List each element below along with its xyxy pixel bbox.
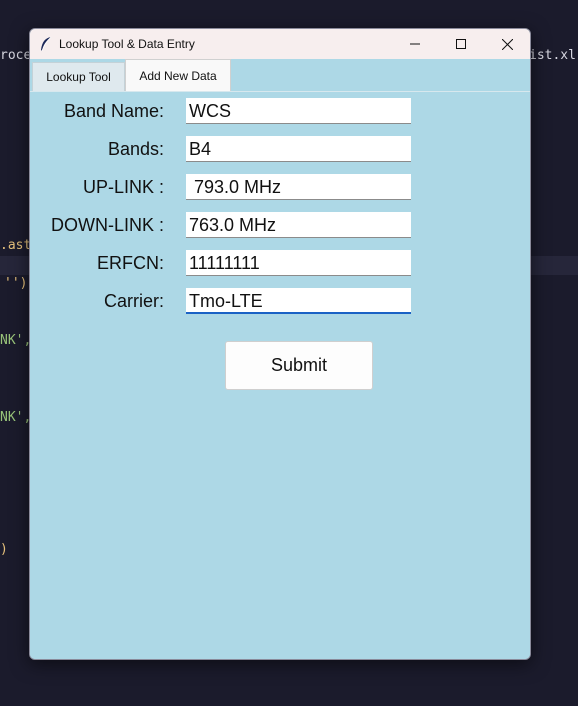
- erfcn-label: ERFCN:: [97, 253, 164, 273]
- carrier-input[interactable]: Tmo-LTE: [186, 288, 411, 314]
- editor-fragment: ist.xl: [529, 48, 576, 63]
- erfcn-input[interactable]: 11111111: [186, 250, 411, 276]
- editor-fragment: ): [0, 542, 8, 557]
- editor-fragment: NK',: [0, 410, 32, 425]
- band-name-label: Band Name:: [63, 101, 164, 121]
- editor-fragment: .ast: [0, 238, 32, 253]
- maximize-icon: [456, 39, 466, 49]
- bands-input[interactable]: B4: [186, 136, 411, 162]
- uplink-input[interactable]: 793.0 MHz: [186, 174, 411, 200]
- title-bar[interactable]: Lookup Tool & Data Entry: [30, 29, 530, 59]
- close-icon: [501, 38, 513, 50]
- carrier-label: Carrier:: [103, 291, 164, 311]
- feather-icon: [41, 36, 52, 52]
- add-new-data-panel: Band Name: WCS Bands: B4 UP-LINK : 793.0…: [30, 91, 530, 659]
- downlink-label: DOWN-LINK :: [50, 215, 164, 235]
- app-window: Lookup Tool & Data Entry Lookup Tool Add…: [29, 28, 531, 660]
- editor-fragment: ''): [4, 276, 28, 291]
- tab-strip: Lookup Tool Add New Data: [30, 59, 530, 91]
- minimize-button[interactable]: [392, 29, 438, 59]
- downlink-input[interactable]: 763.0 MHz: [186, 212, 411, 238]
- minimize-icon: [410, 43, 420, 45]
- bands-label: Bands:: [107, 139, 164, 159]
- editor-fragment: roce: [0, 48, 32, 63]
- window-title: Lookup Tool & Data Entry: [59, 37, 195, 51]
- tab-lookup-tool[interactable]: Lookup Tool: [32, 62, 125, 91]
- band-name-input[interactable]: WCS: [186, 98, 411, 124]
- maximize-button[interactable]: [438, 29, 484, 59]
- editor-fragment: NK',: [0, 333, 32, 348]
- uplink-label: UP-LINK :: [82, 177, 164, 197]
- tab-add-new-data[interactable]: Add New Data: [125, 59, 231, 91]
- submit-button[interactable]: Submit: [225, 341, 373, 390]
- close-button[interactable]: [484, 29, 530, 59]
